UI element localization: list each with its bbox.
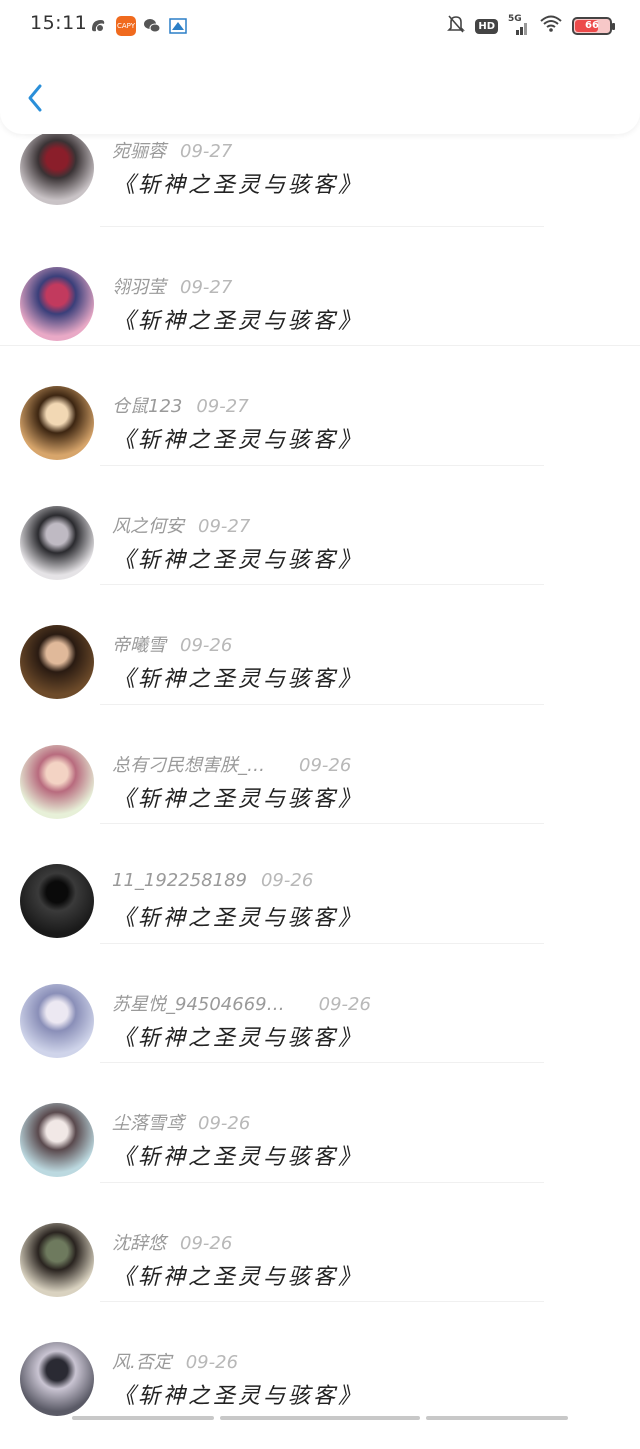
book-title[interactable]: 《斩神之圣灵与骇客》 [113,303,363,335]
book-title[interactable]: 《斩神之圣灵与骇客》 [113,900,363,932]
chevron-left-icon [28,84,42,112]
list-item[interactable]: 苏星悦_94504669… 09-26 《斩神之圣灵与骇客》 [0,971,640,1091]
review-date: 09-27 [198,515,251,537]
avatar[interactable] [20,1342,94,1416]
top-header: 15:11 CAPY HD 5G 66 [0,0,640,134]
avatar[interactable] [20,864,94,938]
reviewer-name[interactable]: 11_192258189 [112,870,247,891]
reviewer-name[interactable]: 翎羽莹 [112,277,166,298]
avatar[interactable] [20,131,94,205]
reviewer-line: 总有刁民想害朕_… 09-26 [112,751,351,777]
signal-icon: 5G [508,14,530,36]
book-title[interactable]: 《斩神之圣灵与骇客》 [113,661,363,693]
divider [100,1181,544,1183]
reviewer-line: 宛骊蓉 09-27 [112,137,232,163]
wifi-icon [540,15,562,37]
bottom-bar-segment [426,1416,568,1420]
status-time: 15:11 [30,12,88,34]
hd-badge: HD [475,18,498,34]
review-date: 09-27 [196,396,249,417]
review-date: 09-26 [260,870,314,891]
mute-bell-icon [447,14,466,38]
reviewer-line: 翎羽莹 09-27 [112,273,232,299]
bottom-bar-segment [72,1416,214,1420]
review-date: 09-26 [299,754,352,776]
app-swirl-icon [88,16,108,36]
avatar[interactable] [20,266,94,341]
review-date: 09-26 [318,993,371,1015]
reviewer-name[interactable]: 仓鼠123 [112,396,182,417]
avatar[interactable] [20,386,94,460]
reviewer-name[interactable]: 帝曦雪 [112,635,166,656]
list-item[interactable]: 翎羽莹 09-27 《斩神之圣灵与骇客》 [0,254,640,374]
book-title[interactable]: 《斩神之圣灵与骇客》 [113,1139,363,1171]
bottom-bar-segment [220,1416,420,1420]
avatar[interactable] [20,625,94,699]
reviewer-line: 沈辞悠 09-26 [112,1229,232,1255]
avatar[interactable] [20,1222,94,1297]
avatar[interactable] [20,505,94,580]
book-title[interactable]: 《斩神之圣灵与骇客》 [113,1259,363,1291]
review-date: 09-26 [198,1113,251,1134]
divider [100,703,544,705]
app-flag-icon [168,16,188,36]
status-right-icons: HD 5G 66 [447,14,615,38]
reviewer-name[interactable]: 沈辞悠 [112,1233,166,1254]
battery-icon: 66 [572,17,615,35]
book-title[interactable]: 《斩神之圣灵与骇客》 [113,1020,363,1052]
divider [100,584,544,585]
avatar[interactable] [20,1103,94,1177]
list-item[interactable]: 风.否定 09-26 《斩神之圣灵与骇客》 [0,1329,640,1449]
reviewer-line: 苏星悦_94504669… 09-26 [112,990,371,1016]
divider [100,823,544,824]
status-bar: 15:11 CAPY HD 5G 66 [0,0,640,52]
reviewer-name[interactable]: 风.否定 [112,1352,172,1373]
list-item[interactable]: 尘落雪鸢 09-26 《斩神之圣灵与骇客》 [0,1090,640,1210]
review-date: 09-27 [180,276,233,298]
wechat-icon [142,16,162,36]
review-date: 09-26 [185,1352,239,1373]
avatar[interactable] [20,744,94,819]
reviewer-line: 仓鼠123 09-27 [112,392,249,418]
book-title[interactable]: 《斩神之圣灵与骇客》 [113,1378,363,1410]
list-item[interactable]: 仓鼠123 09-27 《斩神之圣灵与骇客》 [0,373,640,493]
list-item[interactable]: 宛骊蓉 09-27 《斩神之圣灵与骇客》 [0,131,640,254]
divider [100,942,544,944]
book-title[interactable]: 《斩神之圣灵与骇客》 [113,422,363,454]
book-title[interactable]: 《斩神之圣灵与骇客》 [113,781,363,813]
reviewer-name[interactable]: 风之何安 [112,516,184,537]
list-item[interactable]: 11_192258189 09-26 《斩神之圣灵与骇客》 [0,851,640,971]
reviewer-line: 11_192258189 09-26 [112,870,313,891]
list-item[interactable]: 风之何安 09-27 《斩神之圣灵与骇客》 [0,493,640,613]
reviewer-line: 风之何安 09-27 [112,512,250,538]
list-item[interactable]: 总有刁民想害朕_… 09-26 《斩神之圣灵与骇客》 [0,732,640,852]
reviewer-name[interactable]: 尘落雪鸢 [112,1113,184,1134]
list-item[interactable]: 沈辞悠 09-26 《斩神之圣灵与骇客》 [0,1210,640,1330]
avatar[interactable] [20,983,94,1058]
reviewer-line: 尘落雪鸢 09-26 [112,1109,250,1135]
review-date: 09-27 [180,141,233,162]
reviewer-name[interactable]: 总有刁民想害朕_… [112,755,265,776]
app-capy-icon: CAPY [116,16,136,36]
divider [100,1301,544,1302]
reviewer-line: 帝曦雪 09-26 [112,631,232,657]
book-title[interactable]: 《斩神之圣灵与骇客》 [113,542,363,574]
review-date: 09-26 [180,1232,233,1254]
divider [0,345,640,346]
back-button[interactable] [18,78,54,118]
reviewer-line: 风.否定 09-26 [112,1348,238,1374]
book-title[interactable]: 《斩神之圣灵与骇客》 [113,167,363,199]
list-item[interactable]: 帝曦雪 09-26 《斩神之圣灵与骇客》 [0,612,640,732]
divider [100,464,544,466]
reviewer-name[interactable]: 苏星悦_94504669… [112,994,285,1015]
divider [100,1062,544,1063]
review-date: 09-26 [180,635,233,656]
battery-level: 66 [585,20,599,31]
divider [100,225,544,227]
reviewer-name[interactable]: 宛骊蓉 [112,141,166,162]
